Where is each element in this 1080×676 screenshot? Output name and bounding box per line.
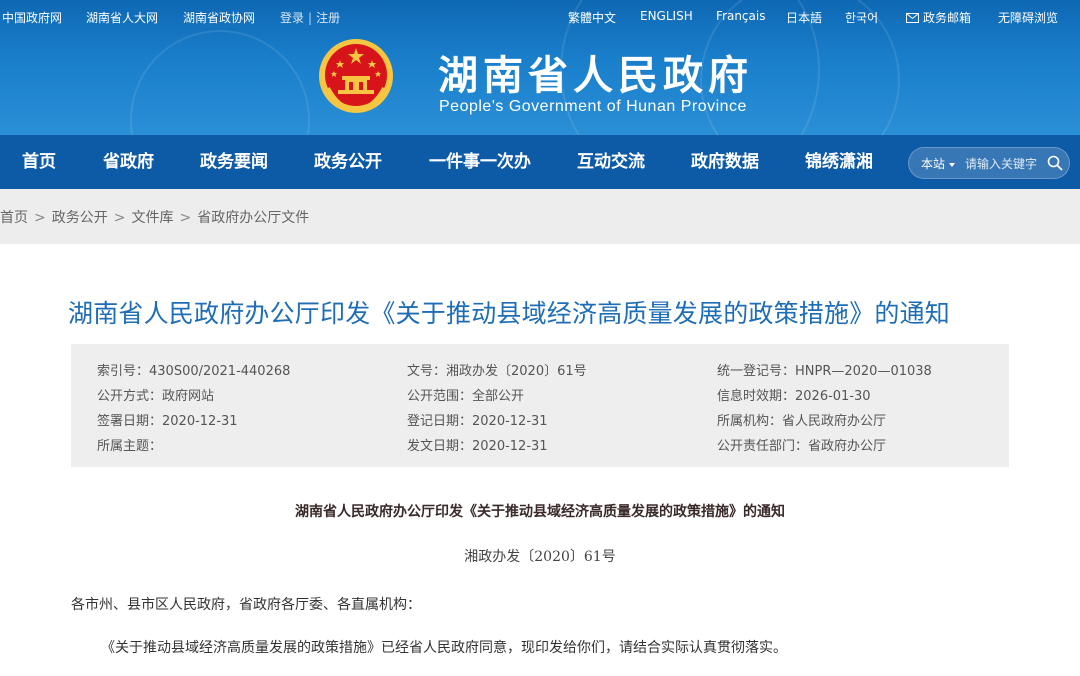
- site-search: 本站: [908, 147, 1070, 179]
- lang-english[interactable]: ENGLISH: [640, 9, 693, 23]
- top-bar: 中国政府网 湖南省人大网 湖南省政协网 登录 | 注册 繁體中文 ENGLISH F…: [0, 0, 1080, 32]
- site-title: 湖南省人民政府: [438, 53, 753, 99]
- breadcrumb-separator: >: [113, 210, 126, 226]
- mail-icon: [906, 13, 919, 23]
- lang-french[interactable]: Français: [716, 9, 765, 23]
- meta-publish-scope: 公开范围：全部公开: [407, 389, 525, 404]
- document-heading: 湖南省人民政府办公厅印发《关于推动县域经济高质量发展的政策措施》的通知: [295, 504, 785, 520]
- nav-home[interactable]: 首页: [22, 135, 56, 189]
- document-number: 湘政办发〔2020〕61号: [464, 549, 616, 565]
- meta-validity: 信息时效期：2026-01-30: [717, 389, 871, 404]
- meta-sign-date: 签署日期：2020-12-31: [97, 414, 238, 429]
- nav-provincial-gov[interactable]: 省政府: [103, 135, 154, 189]
- nav-gov-affairs-open[interactable]: 政务公开: [314, 135, 382, 189]
- search-scope-label: 本站: [921, 157, 946, 171]
- main-nav: 首页 省政府 政务要闻 政务公开 一件事一次办 互动交流 政府数据 锦绣潇湘 本…: [0, 135, 1080, 189]
- meta-index-number: 索引号：430S00/2021-440268: [97, 364, 291, 379]
- meta-issue-date: 发文日期：2020-12-31: [407, 439, 548, 454]
- search-icon[interactable]: [1047, 155, 1063, 171]
- meta-agency: 所属机构：省人民政府办公厅: [717, 414, 887, 429]
- nav-gov-data[interactable]: 政府数据: [691, 135, 759, 189]
- breadcrumb-gov-affairs-open[interactable]: 政务公开: [52, 207, 108, 227]
- site-subtitle: People's Government of Hunan Province: [439, 98, 747, 115]
- link-gov-cn[interactable]: 中国政府网: [2, 9, 62, 26]
- nav-jinxiu-xiaoxiang[interactable]: 锦绣潇湘: [805, 135, 873, 189]
- register-link[interactable]: 注册: [316, 9, 340, 26]
- link-hunan-npc[interactable]: 湖南省人大网: [86, 9, 158, 26]
- breadcrumb-file-library[interactable]: 文件库: [131, 207, 173, 227]
- login-separator: |: [308, 11, 313, 25]
- body-paragraph: 《关于推动县域经济高质量发展的政策措施》已经省人民政府同意，现印发给你们，请结合…: [101, 640, 787, 656]
- site-header: 中国政府网 湖南省人大网 湖南省政协网 登录 | 注册 繁體中文 ENGLISH F…: [0, 0, 1080, 135]
- nav-one-thing-service[interactable]: 一件事一次办: [429, 135, 531, 189]
- national-emblem-icon: [319, 39, 393, 113]
- login-link[interactable]: 登录: [280, 9, 304, 26]
- meta-responsible-dept: 公开责任部门：省政府办公厅: [717, 439, 887, 454]
- breadcrumb-home[interactable]: 首页: [0, 207, 28, 227]
- search-scope-select[interactable]: 本站: [921, 155, 956, 172]
- meta-registration-number: 统一登记号：HNPR—2020—01038: [717, 364, 932, 379]
- breadcrumb-separator: >: [34, 210, 46, 226]
- chevron-down-icon: [949, 162, 956, 167]
- breadcrumb-separator: >: [179, 210, 192, 226]
- link-hunan-cppcc[interactable]: 湖南省政协网: [183, 9, 255, 26]
- meta-doc-number: 文号：湘政办发〔2020〕61号: [407, 364, 587, 379]
- article-title: 湖南省人民政府办公厅印发《关于推动县域经济高质量发展的政策措施》的通知: [68, 299, 951, 328]
- accessible-browse-link[interactable]: 无障碍浏览: [998, 9, 1058, 26]
- meta-topic: 所属主题：: [97, 439, 163, 454]
- nav-gov-news[interactable]: 政务要闻: [200, 135, 268, 189]
- meta-publish-method: 公开方式：政府网站: [97, 389, 215, 404]
- lang-korean[interactable]: 한국어: [845, 9, 878, 26]
- lang-traditional-chinese[interactable]: 繁體中文: [568, 9, 616, 26]
- login-group: 登录 | 注册: [280, 9, 340, 26]
- body-salutation: 各市州、县市区人民政府，省政府各厅委、各直属机构：: [71, 597, 421, 613]
- nav-interaction[interactable]: 互动交流: [577, 135, 645, 189]
- gov-mail-link[interactable]: 政务邮箱: [906, 9, 971, 26]
- gov-mail-label: 政务邮箱: [923, 11, 972, 25]
- document-meta-table: 索引号：430S00/2021-440268 文号：湘政办发〔2020〕61号 …: [71, 344, 1009, 467]
- lang-japanese[interactable]: 日本語: [786, 9, 822, 26]
- breadcrumb: 首页 > 政务公开 > 文件库 > 省政府办公厅文件: [0, 207, 309, 227]
- search-input[interactable]: [965, 154, 1045, 174]
- breadcrumb-office-documents[interactable]: 省政府办公厅文件: [197, 207, 309, 227]
- meta-register-date: 登记日期：2020-12-31: [407, 414, 548, 429]
